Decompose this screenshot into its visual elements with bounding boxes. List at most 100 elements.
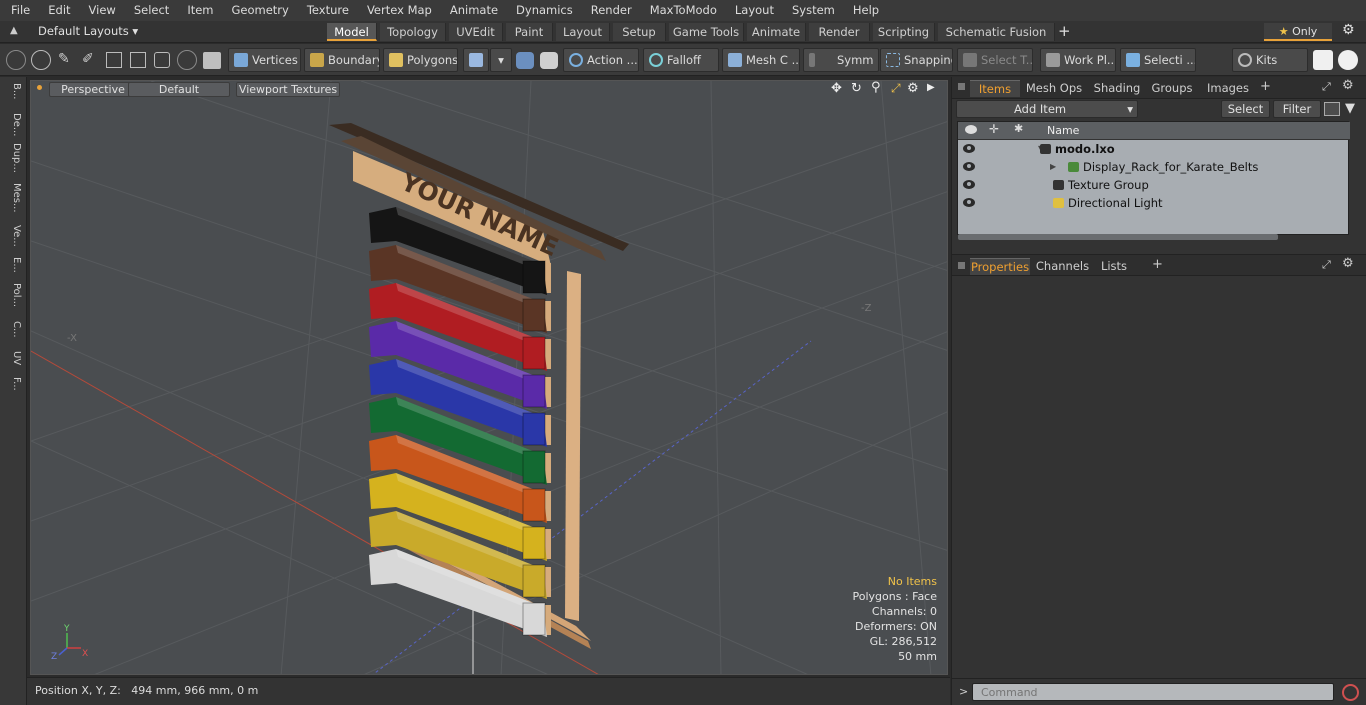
selection-sets-button[interactable]: Selecti ... xyxy=(1120,48,1196,72)
menu-geometry[interactable]: Geometry xyxy=(223,0,298,21)
filter-funnel-icon[interactable]: ▼ xyxy=(1345,101,1355,116)
record-icon[interactable] xyxy=(1342,684,1359,701)
tab-setup[interactable]: Setup xyxy=(613,23,666,41)
material-dropdown[interactable]: ▾ xyxy=(490,48,512,72)
add-properties-tab-icon[interactable]: + xyxy=(1152,257,1163,272)
panel-tab-shading[interactable]: Shading xyxy=(1090,80,1144,97)
unity-icon[interactable] xyxy=(1313,50,1333,70)
menu-edit[interactable]: Edit xyxy=(39,0,79,21)
panel-tab-images[interactable]: Images xyxy=(1202,80,1254,97)
rotate-view-icon[interactable]: ↻ xyxy=(851,81,862,96)
boundary-button[interactable]: Boundary xyxy=(304,48,380,72)
properties-tab-lists[interactable]: Lists xyxy=(1094,258,1134,275)
tab-render[interactable]: Render xyxy=(809,23,870,41)
collapse-icon[interactable] xyxy=(1324,102,1340,116)
item-row[interactable]: Texture Group xyxy=(958,176,1350,194)
falloff-button[interactable]: Falloff xyxy=(643,48,719,72)
symmetry-shield-icon[interactable] xyxy=(516,52,534,69)
visibility-eye-icon[interactable] xyxy=(963,144,975,153)
name-column-header[interactable]: Name xyxy=(1047,124,1079,137)
left-tab-3[interactable]: Mes... xyxy=(4,183,22,213)
menu-layout[interactable]: Layout xyxy=(726,0,783,21)
fit-view-icon[interactable]: ⤢ xyxy=(891,81,901,96)
visibility-eye-icon[interactable] xyxy=(963,180,975,189)
left-tab-9[interactable]: F... xyxy=(4,377,22,391)
tab-scripting[interactable]: Scripting xyxy=(873,23,935,41)
menu-dynamics[interactable]: Dynamics xyxy=(507,0,582,21)
vertices-button[interactable]: Vertices xyxy=(228,48,301,72)
add-panel-tab-icon[interactable]: + xyxy=(1260,79,1271,94)
work-plane-button[interactable]: Work Pl... xyxy=(1040,48,1116,72)
properties-maximize-icon[interactable]: ⤢ xyxy=(1322,258,1331,272)
move-view-icon[interactable]: ✥ xyxy=(831,81,842,96)
panel-gear-icon[interactable]: ⚙ xyxy=(1342,78,1354,93)
polygons-button[interactable]: Polygons xyxy=(383,48,458,72)
panel-tab-mesh-ops[interactable]: Mesh Ops xyxy=(1025,80,1083,97)
add-item-button[interactable]: Add Item ▾ xyxy=(956,100,1138,118)
panel-menu-icon[interactable] xyxy=(958,83,965,90)
panel-tab-items[interactable]: Items xyxy=(970,80,1020,97)
material-button[interactable] xyxy=(463,48,489,72)
properties-tab-properties[interactable]: Properties xyxy=(970,258,1030,275)
item-row[interactable]: Directional Light xyxy=(958,194,1350,212)
menu-animate[interactable]: Animate xyxy=(441,0,507,21)
view-mode-button[interactable]: Perspective xyxy=(49,82,137,97)
tab-paint[interactable]: Paint xyxy=(506,23,553,41)
left-tab-7[interactable]: C... xyxy=(4,321,22,338)
layers-icon[interactable] xyxy=(106,52,122,68)
properties-gear-icon[interactable]: ⚙ xyxy=(1342,256,1354,271)
left-tab-8[interactable]: UV xyxy=(4,351,22,365)
command-input[interactable] xyxy=(972,683,1334,701)
left-tab-6[interactable]: Pol... xyxy=(4,283,22,307)
menu-item[interactable]: Item xyxy=(178,0,222,21)
layout-select[interactable]: Default Layouts ▾ xyxy=(38,24,138,38)
item-row[interactable]: ▼modo.lxo xyxy=(958,140,1350,158)
element-icon[interactable] xyxy=(154,52,170,68)
viewport-settings-gear-icon[interactable]: ⚙ xyxy=(907,81,919,96)
snapping-button[interactable]: Snapping xyxy=(880,48,953,72)
tab-topology[interactable]: Topology xyxy=(380,23,446,41)
visibility-eye-icon[interactable] xyxy=(963,198,975,207)
box-mode-icon[interactable] xyxy=(203,52,221,69)
kits-button[interactable]: Kits xyxy=(1232,48,1308,72)
settings-gear-icon[interactable]: ⚙ xyxy=(1342,22,1355,38)
tab-uvedit[interactable]: UVEdit xyxy=(449,23,503,41)
item-row[interactable]: ▶ Display_Rack_for_Karate_Belts xyxy=(958,158,1350,176)
tab-model[interactable]: Model xyxy=(327,23,377,41)
left-tab-2[interactable]: Dup... xyxy=(4,143,22,173)
left-tab-1[interactable]: De... xyxy=(4,113,22,136)
add-tab-icon[interactable]: + xyxy=(1058,22,1071,40)
menu-file[interactable]: File xyxy=(0,0,39,21)
menu-vertex-map[interactable]: Vertex Map xyxy=(358,0,441,21)
filter-button[interactable]: Filter xyxy=(1273,100,1321,118)
menu-system[interactable]: System xyxy=(783,0,844,21)
select-through-button[interactable]: Select T... xyxy=(957,48,1033,72)
menu-view[interactable]: View xyxy=(80,0,125,21)
left-tab-0[interactable]: B... xyxy=(4,83,22,99)
select-circle-icon[interactable] xyxy=(6,50,26,70)
unreal-icon[interactable] xyxy=(1338,50,1358,70)
select-shield-icon[interactable] xyxy=(540,52,558,69)
mesh-constraint-button[interactable]: Mesh C ... xyxy=(722,48,800,72)
properties-tab-channels[interactable]: Channels xyxy=(1035,258,1090,275)
menu-render[interactable]: Render xyxy=(582,0,641,21)
globe-icon[interactable] xyxy=(31,50,51,70)
left-tab-4[interactable]: Ve... xyxy=(4,225,22,247)
item-list-scrollbar[interactable] xyxy=(958,234,1278,240)
tab-game-tools[interactable]: Game Tools xyxy=(669,23,744,41)
transform-icon[interactable] xyxy=(130,52,146,68)
pen-icon[interactable]: ✎ xyxy=(58,51,70,67)
properties-menu-icon[interactable] xyxy=(958,262,965,269)
visibility-eye-icon[interactable] xyxy=(963,162,975,171)
panel-maximize-icon[interactable]: ⤢ xyxy=(1322,80,1331,94)
action-center-button[interactable]: Action ... xyxy=(563,48,639,72)
tab-animate[interactable]: Animate xyxy=(747,23,806,41)
tab-layout[interactable]: Layout xyxy=(556,23,610,41)
symmetry-button[interactable]: Symm ... xyxy=(803,48,879,72)
timer-icon[interactable] xyxy=(177,50,197,70)
tab-schematic-fusion[interactable]: Schematic Fusion xyxy=(938,23,1055,41)
viewport-menu-dot-icon[interactable] xyxy=(37,85,42,90)
menu-maxtomodo[interactable]: MaxToModo xyxy=(641,0,726,21)
left-tab-5[interactable]: E... xyxy=(4,257,22,273)
menu-help[interactable]: Help xyxy=(844,0,888,21)
